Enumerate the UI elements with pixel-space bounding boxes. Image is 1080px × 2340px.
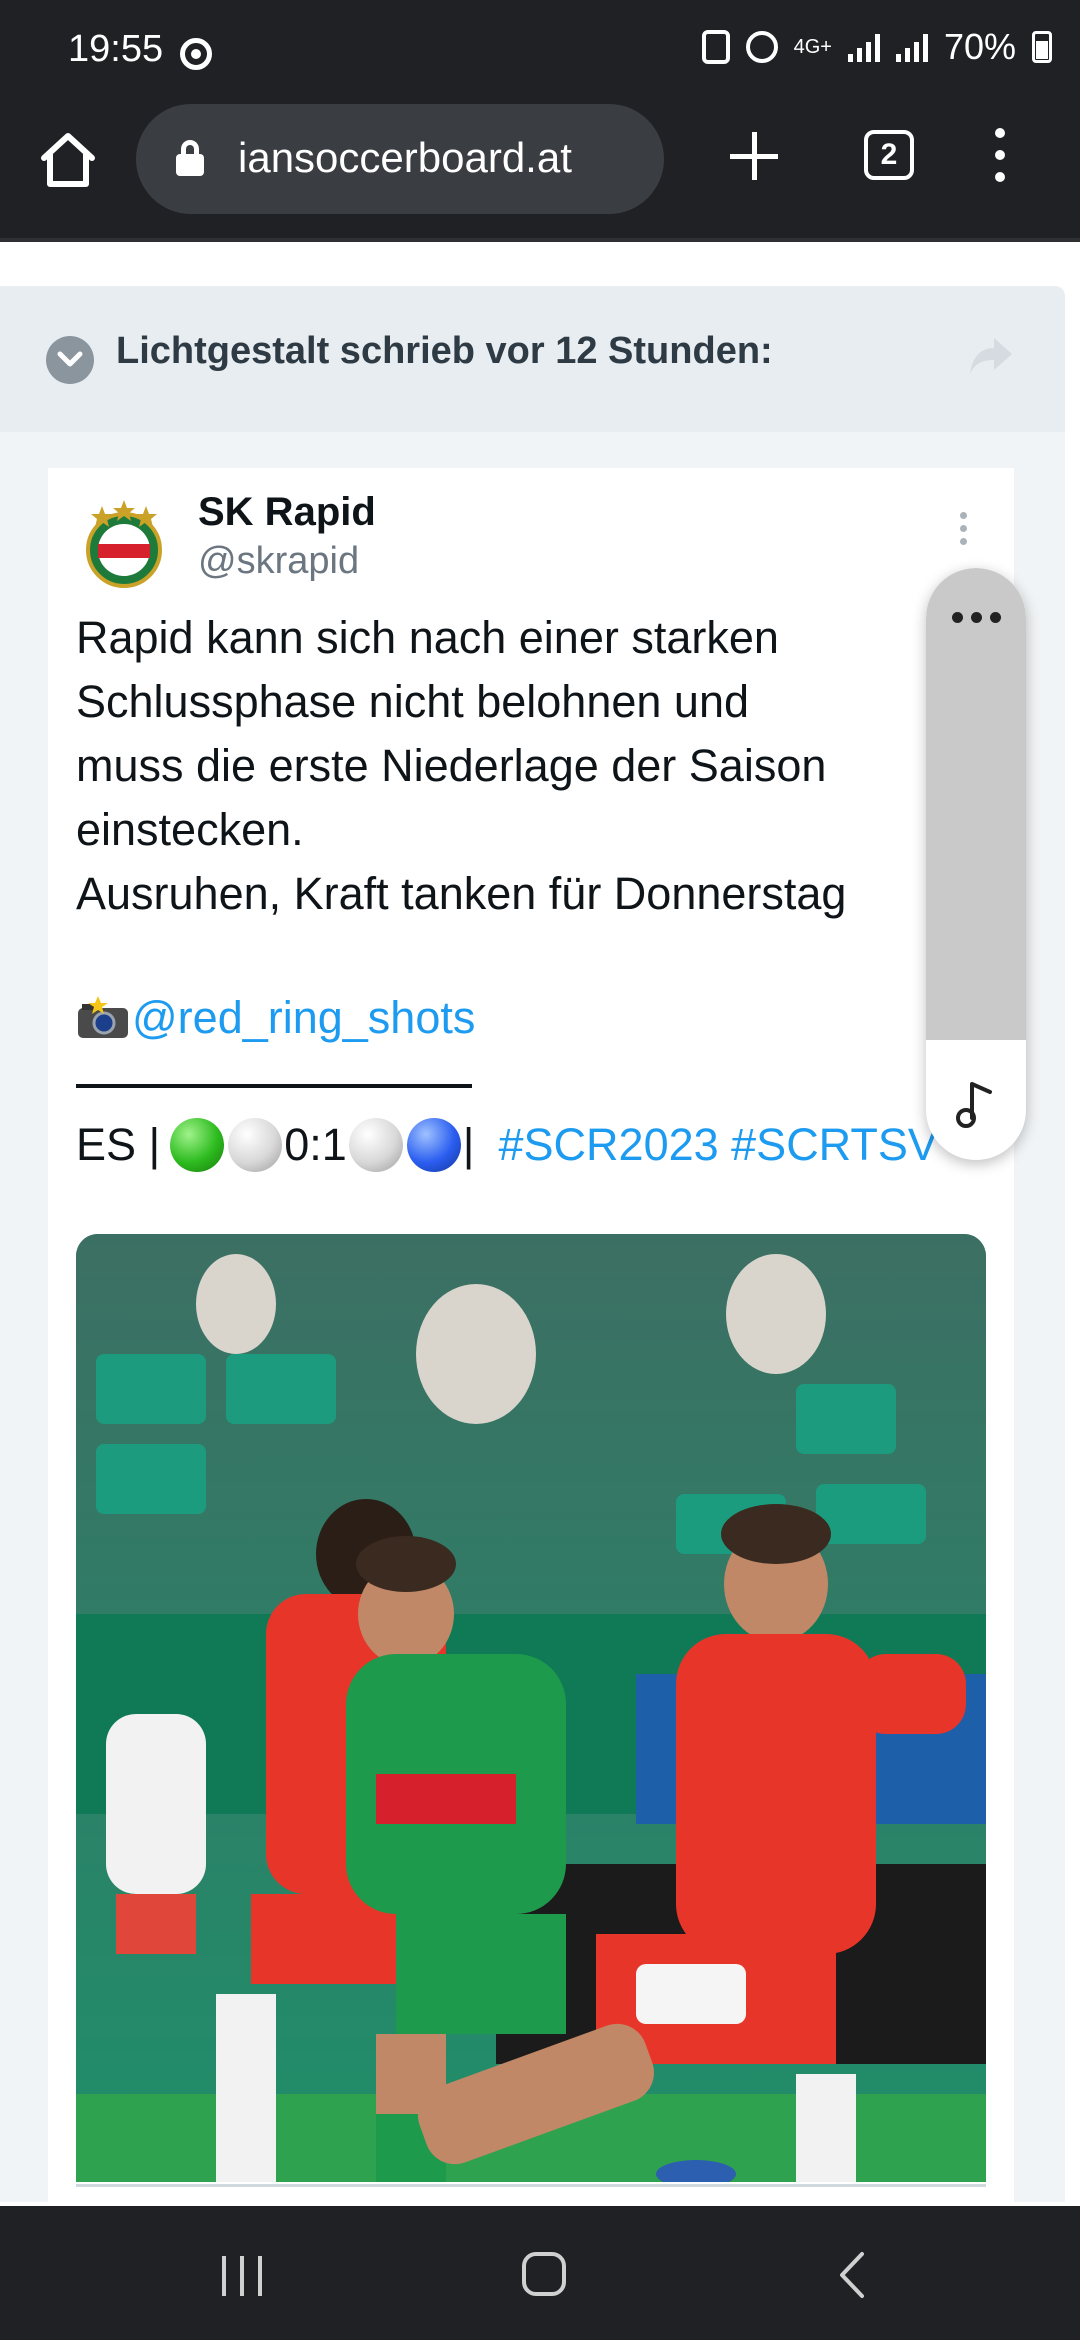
status-icons: 4G+ 70% xyxy=(701,26,1052,68)
blue-circle-icon xyxy=(406,1118,461,1172)
music-note-icon[interactable] xyxy=(956,1078,996,1130)
status-time: 19:55 xyxy=(68,28,164,70)
back-button[interactable] xyxy=(832,2250,872,2300)
browser-toolbar: iansoccerboard.at 2 xyxy=(0,100,1080,242)
signal-icon-2 xyxy=(895,32,928,62)
score-suffix: | xyxy=(462,1119,475,1170)
floating-side-panel[interactable] xyxy=(926,568,1026,1160)
chrome-notification-icon xyxy=(180,38,212,70)
tweet-account-name[interactable]: SK Rapid xyxy=(198,490,376,535)
tweet-handle[interactable]: @skrapid xyxy=(198,540,359,583)
tweet-text: Rapid kann sich nach einer starken Schlu… xyxy=(76,612,847,919)
quote-header: Lichtgestalt schrieb vor 12 Stunden: xyxy=(0,286,1065,432)
side-panel-handle[interactable] xyxy=(926,568,1026,1040)
white-circle-icon xyxy=(348,1118,403,1172)
battery-icon xyxy=(1032,31,1052,63)
status-bar: 19:55 4G+ 70% xyxy=(0,0,1080,100)
score-prefix: ES | xyxy=(76,1119,161,1170)
hashtags[interactable]: #SCR2023 #SCRTSV xyxy=(499,1119,938,1171)
alarm-icon xyxy=(745,31,778,63)
credit-link[interactable]: @red_ring_shots xyxy=(132,992,475,1044)
white-circle-icon xyxy=(228,1118,283,1172)
divider-line xyxy=(76,1084,472,1088)
page-content: Lichtgestalt schrieb vor 12 Stunden: SK … xyxy=(0,242,1080,2208)
green-circle-icon xyxy=(170,1118,225,1172)
quote-body: SK Rapid @skrapid Rapid kann sich nach e… xyxy=(0,432,1065,2208)
more-horiz-icon[interactable] xyxy=(952,612,1002,624)
embedded-tweet[interactable]: SK Rapid @skrapid Rapid kann sich nach e… xyxy=(48,468,1014,2208)
photo-credit: @red_ring_shots xyxy=(76,992,475,1044)
battery-percent: 70% xyxy=(943,26,1016,67)
quote-author-line: Lichtgestalt schrieb vor 12 Stunden: xyxy=(116,330,773,372)
tweet-more-icon[interactable] xyxy=(960,512,968,546)
sk-rapid-logo[interactable] xyxy=(82,498,166,590)
chevron-down-icon[interactable] xyxy=(46,336,94,384)
signal-icon-1 xyxy=(847,32,880,62)
score-value: 0:1 xyxy=(284,1119,347,1170)
network-type: 4G+ xyxy=(793,36,832,58)
score-line: ES | 0:1 | #SCR2023 #SCRTSV xyxy=(76,1118,938,1172)
match-photo[interactable] xyxy=(76,1234,986,2182)
more-vert-icon[interactable] xyxy=(990,128,1010,184)
tab-switcher-button[interactable]: 2 xyxy=(864,130,914,180)
url-text[interactable]: iansoccerboard.at xyxy=(238,134,572,182)
share-arrow-icon[interactable] xyxy=(968,336,1014,376)
address-bar[interactable]: iansoccerboard.at xyxy=(136,104,664,214)
lock-icon xyxy=(176,140,204,176)
home-icon[interactable] xyxy=(36,128,100,192)
photo-border xyxy=(76,2184,986,2187)
camera-flash-icon xyxy=(76,996,130,1040)
system-navigation-bar xyxy=(0,2206,1080,2340)
home-button[interactable] xyxy=(522,2252,566,2296)
battery-saver-icon xyxy=(701,30,730,64)
new-tab-button[interactable] xyxy=(728,130,780,182)
recent-apps-button[interactable] xyxy=(222,2256,266,2296)
